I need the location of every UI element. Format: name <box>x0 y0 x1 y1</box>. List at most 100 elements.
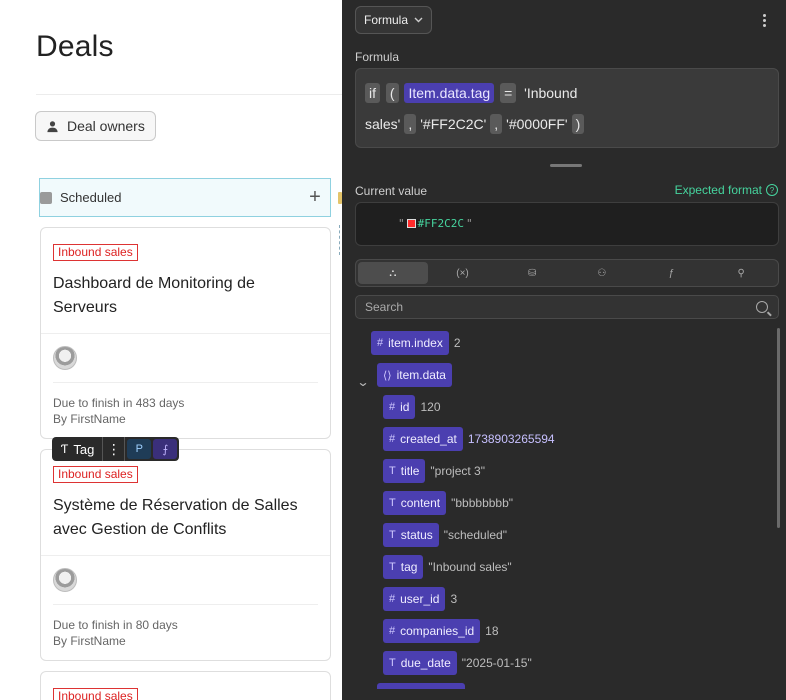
number-type-icon: # <box>389 433 396 445</box>
token-string: sales' <box>365 116 401 133</box>
tab-functions[interactable]: ƒ <box>637 262 707 284</box>
variable-pill: Ttitle <box>383 459 426 483</box>
formula-panel: Formula Formula if ( Item.data.tag = 'In… <box>342 0 786 700</box>
token-string: '#FF2C2C' <box>420 116 487 133</box>
text-type-icon: T <box>389 657 396 669</box>
chevron-down-icon <box>414 17 423 23</box>
expected-format-link[interactable]: Expected format ? <box>675 183 778 197</box>
owner-text: By FirstName <box>53 634 126 648</box>
variable-pill: # id <box>383 395 416 419</box>
variable-key: user_id <box>400 592 440 606</box>
tab-utilities[interactable]: ⚲ <box>706 262 776 284</box>
search-input[interactable]: Search <box>355 295 779 319</box>
tree-item[interactable]: Tcontent "bbbbbbbb" <box>383 491 513 515</box>
variable-value: 3 <box>450 592 458 606</box>
card-divider <box>41 555 330 556</box>
variable-key: status <box>400 528 433 542</box>
variable-pill: Tdue_date <box>383 651 457 675</box>
tab-user[interactable]: ⚇ <box>567 262 637 284</box>
token-string: '#0000FF' <box>506 116 568 133</box>
token-equals: = <box>500 83 517 104</box>
tree-item[interactable]: Tdue_date "2025-01-15" <box>383 651 532 675</box>
number-type-icon: # <box>389 401 396 413</box>
variable-value: "2025-01-15" <box>461 656 532 670</box>
tag-badge: Inbound sales <box>53 466 138 483</box>
mode-select[interactable]: Formula <box>355 6 433 34</box>
owner-text: By FirstName <box>53 412 126 426</box>
formula-button[interactable]: ⨍ <box>153 439 178 459</box>
mode-select-label: Formula <box>364 13 409 27</box>
token-string: 'Inbound <box>524 85 578 102</box>
variable-key: item.index <box>388 336 443 350</box>
drop-indicator <box>339 225 341 255</box>
properties-button[interactable]: P <box>127 439 152 459</box>
tree-item[interactable]: Ttag "Inbound sales" <box>383 555 512 579</box>
deal-card[interactable]: Inbound sales Dashboard de Monitoring de… <box>40 227 331 439</box>
text-type-icon: T <box>389 561 396 573</box>
tree-item[interactable]: ⟨⟩ item.data <box>377 363 452 387</box>
card-title: Dashboard de Monitoring de Serveurs <box>53 275 255 316</box>
text-type-icon: Ƭ <box>61 442 69 456</box>
number-type-icon: # <box>389 593 396 605</box>
tree-item[interactable]: # created_at 1738903265594 <box>383 427 555 451</box>
variable-key: id <box>400 400 410 414</box>
deal-card[interactable]: Inbound sales <box>40 671 331 700</box>
variable-value: "scheduled" <box>443 528 507 542</box>
text-type-icon: T <box>389 497 396 509</box>
more-options-button[interactable]: ⋮ <box>103 437 126 461</box>
variable-key: tag <box>400 560 418 574</box>
variable-key: item.data <box>396 368 446 382</box>
variable-key: content <box>400 496 441 510</box>
tree-scrollbar[interactable] <box>777 328 780 528</box>
deals-board: Deals Deal owners Scheduled + Inbound sa… <box>0 0 342 700</box>
tab-data-tree[interactable]: ⛬ <box>358 262 428 284</box>
page-title: Deals <box>36 30 114 63</box>
token-if: if <box>365 83 380 104</box>
more-menu-icon[interactable] <box>756 10 772 30</box>
color-swatch <box>406 219 416 228</box>
due-text: Due to finish in 80 days <box>53 618 178 632</box>
variable-key: title <box>400 464 420 478</box>
number-type-icon: # <box>377 337 384 349</box>
formula-label: Formula <box>355 50 400 64</box>
object-type-icon: ⟨⟩ <box>383 369 392 382</box>
column-header-scheduled[interactable]: Scheduled + <box>39 178 331 217</box>
tree-item[interactable]: # companies_id 18 <box>383 619 499 643</box>
formula-editor[interactable]: if ( Item.data.tag = 'Inbound sales', '#F… <box>355 68 779 148</box>
variable-key: created_at <box>400 432 457 446</box>
add-card-button[interactable]: + <box>304 186 326 208</box>
token-variable[interactable]: Item.data.tag <box>404 83 495 104</box>
avatar <box>53 568 77 592</box>
tree-item[interactable]: Ttitle "project 3" <box>383 459 485 483</box>
tab-database[interactable]: ⛁ <box>497 262 567 284</box>
variable-pill: # user_id <box>383 587 446 611</box>
avatar <box>53 346 77 370</box>
tree-item[interactable]: Tstatus "scheduled" <box>383 523 507 547</box>
variable-value: "bbbbbbbb" <box>451 496 514 510</box>
token-open-paren: ( <box>385 83 399 104</box>
tree-item-partial[interactable] <box>377 683 465 689</box>
search-icon <box>756 301 768 313</box>
tree-item[interactable]: # id 120 <box>383 395 441 419</box>
deal-owners-button[interactable]: Deal owners <box>35 111 156 141</box>
card-divider <box>53 382 318 383</box>
tag-element-button[interactable]: Ƭ Tag <box>52 437 104 461</box>
variable-pill: ⟨⟩ item.data <box>377 363 452 387</box>
help-icon: ? <box>766 184 778 196</box>
variable-pill: Tstatus <box>383 523 439 547</box>
column-color-swatch <box>40 191 52 204</box>
tree-item[interactable]: # user_id 3 <box>383 587 457 611</box>
search-placeholder: Search <box>365 300 404 314</box>
variable-pill: Ttag <box>383 555 424 579</box>
deal-card[interactable]: Inbound sales Système de Réservation de … <box>40 449 331 661</box>
variable-key: due_date <box>400 656 451 670</box>
tree-item[interactable]: # item.index 2 <box>371 331 461 355</box>
quote-mark: " <box>465 217 473 230</box>
card-title: Système de Réservation de Salles avec Ge… <box>53 497 298 538</box>
text-type-icon: T <box>389 465 396 477</box>
current-value-text: #FF2C2C <box>417 217 464 230</box>
tab-variables[interactable]: (×) <box>428 262 498 284</box>
due-text: Due to finish in 483 days <box>53 396 185 410</box>
token-close-paren: ) <box>571 114 585 135</box>
resize-handle[interactable] <box>550 164 582 167</box>
